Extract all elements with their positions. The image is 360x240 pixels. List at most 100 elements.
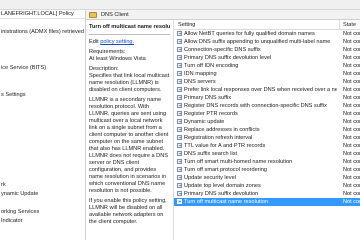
description-paragraph-2: LLMNR is a secondary name resolution pro… <box>89 97 169 194</box>
setting-row[interactable]: Turn off multicast name resolution Not co… <box>174 198 360 206</box>
tree-item[interactable] <box>0 109 85 118</box>
tree-item[interactable] <box>0 82 85 91</box>
settings-rows: Allow NetBT queries for fully qualified … <box>174 30 360 206</box>
setting-name: Allow NetBT queries for fully qualified … <box>184 31 315 37</box>
setting-state: Not configured <box>343 151 360 157</box>
setting-name: Turn off smart multi-homed name resoluti… <box>184 159 293 165</box>
tree-item[interactable] <box>0 235 85 240</box>
pane-title: DNS Client <box>101 12 129 18</box>
list-header: Setting State <box>174 20 360 30</box>
settings-list: Setting State Allow NetBT queries for fu… <box>174 20 360 240</box>
tree-item[interactable] <box>0 100 85 109</box>
setting-row[interactable]: Turn off smart protocol reordering Not co… <box>174 166 360 174</box>
setting-state: Not configured <box>343 55 360 61</box>
setting-name: Turn off IDN encoding <box>184 63 239 69</box>
setting-row[interactable]: Dynamic update Not configured <box>174 118 360 126</box>
setting-name: Primary DNS suffix devolution <box>184 191 259 197</box>
tree-item[interactable]: ynamic Update <box>0 190 85 199</box>
console-tree[interactable]: LANEFRIGHT.LOCAL] Policy inistrations (A… <box>0 10 86 240</box>
setting-row[interactable]: DNS suffix search list Not configured <box>174 150 360 158</box>
setting-row[interactable]: Connection-specific DNS suffix Not config… <box>174 46 360 54</box>
setting-name: Dynamic update <box>184 119 225 125</box>
requirements: Requirements: At least Windows Vista <box>89 49 170 63</box>
requirements-value: At least Windows Vista <box>89 56 146 62</box>
setting-state: Not configured <box>343 111 360 117</box>
policy-setting-icon <box>177 143 182 148</box>
tree-item[interactable]: rk <box>0 181 85 190</box>
setting-row[interactable]: Register DNS records with connection-spe… <box>174 102 360 110</box>
policy-setting-icon <box>177 39 182 44</box>
setting-state: Not configured <box>343 31 360 37</box>
setting-state: Not configured <box>343 143 360 149</box>
setting-row[interactable]: Replace addresses in conflicts Not config… <box>174 126 360 134</box>
policy-setting-icon <box>177 63 182 68</box>
tree-root-item[interactable]: LANEFRIGHT.LOCAL] Policy <box>0 10 85 19</box>
policy-setting-icon <box>177 119 182 124</box>
policy-setting-icon <box>177 199 182 204</box>
setting-name: Allow DNS suffix appending to unqualifie… <box>184 39 331 45</box>
tree-item[interactable] <box>0 118 85 127</box>
setting-row[interactable]: Prefer link local responses over DNS whe… <box>174 86 360 94</box>
setting-state: Not configured <box>343 103 360 109</box>
setting-state: Not configured <box>343 39 360 45</box>
setting-name: Update top level domain zones <box>184 183 261 189</box>
setting-row[interactable]: Primary DNS suffix devolution Not configu… <box>174 190 360 198</box>
setting-row[interactable]: Update top level domain zones Not configu… <box>174 182 360 190</box>
description-label: Description: <box>89 66 119 72</box>
tree-item[interactable] <box>0 154 85 163</box>
tree-item[interactable] <box>0 226 85 235</box>
setting-row[interactable]: Registration refresh interval Not configu… <box>174 134 360 142</box>
tree-item[interactable]: Indicator <box>0 217 85 226</box>
setting-name: Replace addresses in conflicts <box>184 127 260 133</box>
tree-item[interactable] <box>0 55 85 64</box>
policy-setting-icon <box>177 159 182 164</box>
setting-row[interactable]: Allow DNS suffix appending to unqualifie… <box>174 38 360 46</box>
tree-item[interactable] <box>0 172 85 181</box>
policy-title: Turn off multicast name resolution <box>89 24 170 30</box>
setting-name: Register PTR records <box>184 111 238 117</box>
policy-setting-icon <box>177 191 182 196</box>
setting-row[interactable]: Turn off smart multi-homed name resoluti… <box>174 158 360 166</box>
setting-row[interactable]: Register PTR records Not configured <box>174 110 360 118</box>
tree-item[interactable] <box>0 127 85 136</box>
setting-row[interactable]: TTL value for A and PTR records Not confi… <box>174 142 360 150</box>
tree-item[interactable] <box>0 73 85 82</box>
tree-item[interactable]: orking Services <box>0 208 85 217</box>
tree-item[interactable] <box>0 163 85 172</box>
edit-policy-link[interactable]: policy setting. <box>100 39 134 45</box>
setting-name: Turn off smart protocol reordering <box>184 167 268 173</box>
setting-row[interactable]: Turn off IDN encoding Not configured <box>174 62 360 70</box>
column-header-setting[interactable]: Setting <box>178 20 195 30</box>
tree-item[interactable]: inistrations (ADMX files) retrieved from <box>0 28 85 37</box>
setting-state: Not configured <box>343 71 360 77</box>
setting-name: DNS suffix search list <box>184 151 238 157</box>
tree-item[interactable] <box>0 19 85 28</box>
tree-item[interactable] <box>0 46 85 55</box>
policy-setting-icon <box>177 127 182 132</box>
top-toolbar <box>0 0 360 10</box>
setting-state: Not configured <box>343 119 360 125</box>
policy-setting-icon <box>177 183 182 188</box>
column-header-state[interactable]: State <box>339 20 356 30</box>
tree-item[interactable]: s Settings <box>0 91 85 100</box>
setting-name: Register DNS records with connection-spe… <box>184 103 327 109</box>
policy-setting-icon <box>177 31 182 36</box>
tree-item[interactable] <box>0 145 85 154</box>
tree-item[interactable] <box>0 199 85 208</box>
setting-name: Connection-specific DNS suffix <box>184 47 261 53</box>
setting-name: Turn off multicast name resolution <box>184 199 268 205</box>
setting-row[interactable]: Primary DNS suffix devolution level Not c… <box>174 54 360 62</box>
setting-row[interactable]: Allow NetBT queries for fully qualified … <box>174 30 360 38</box>
requirements-label: Requirements: <box>89 49 126 55</box>
tree-item[interactable] <box>0 136 85 145</box>
description-block: Description: Specifies that link local m… <box>89 66 170 94</box>
edit-line: Edit policy setting. <box>89 39 170 46</box>
setting-name: Registration refresh interval <box>184 135 253 141</box>
setting-row[interactable]: IDN mapping Not configured <box>174 70 360 78</box>
setting-row[interactable]: Update security level Not configured <box>174 174 360 182</box>
tree-item[interactable] <box>0 37 85 46</box>
setting-row[interactable]: Primary DNS suffix Not configured <box>174 94 360 102</box>
setting-row[interactable]: DNS servers Not configured <box>174 78 360 86</box>
tree-item[interactable]: ice Service (BITS) <box>0 64 85 73</box>
setting-state: Not configured <box>343 127 360 133</box>
